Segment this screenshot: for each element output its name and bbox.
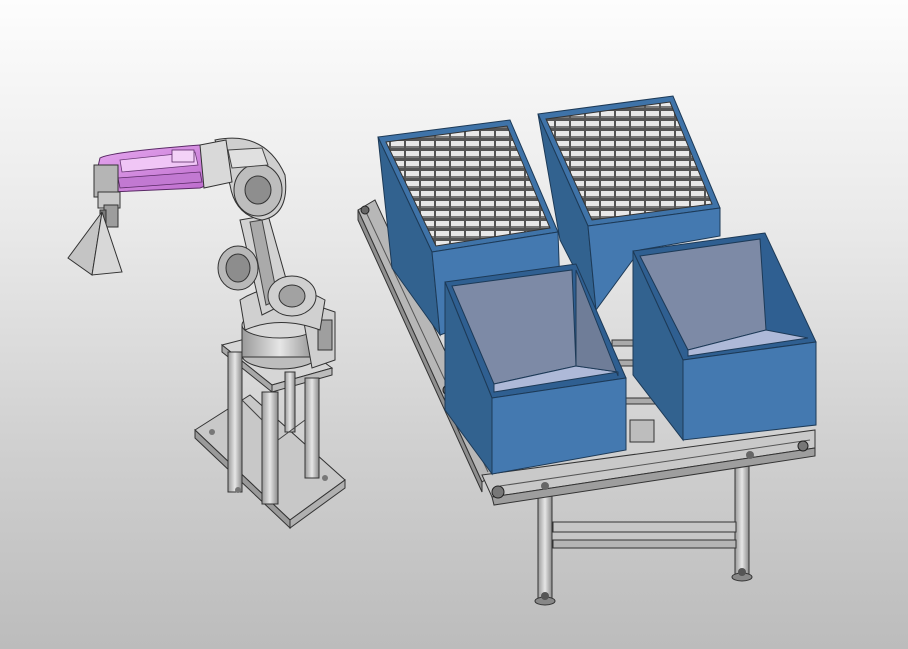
robot-lower-arm (217, 214, 317, 317)
cad-scene (67, 95, 817, 606)
bin-empty-front-right[interactable] (632, 232, 817, 442)
cad-viewport[interactable] (0, 0, 908, 649)
robot-assembly[interactable] (67, 137, 346, 530)
